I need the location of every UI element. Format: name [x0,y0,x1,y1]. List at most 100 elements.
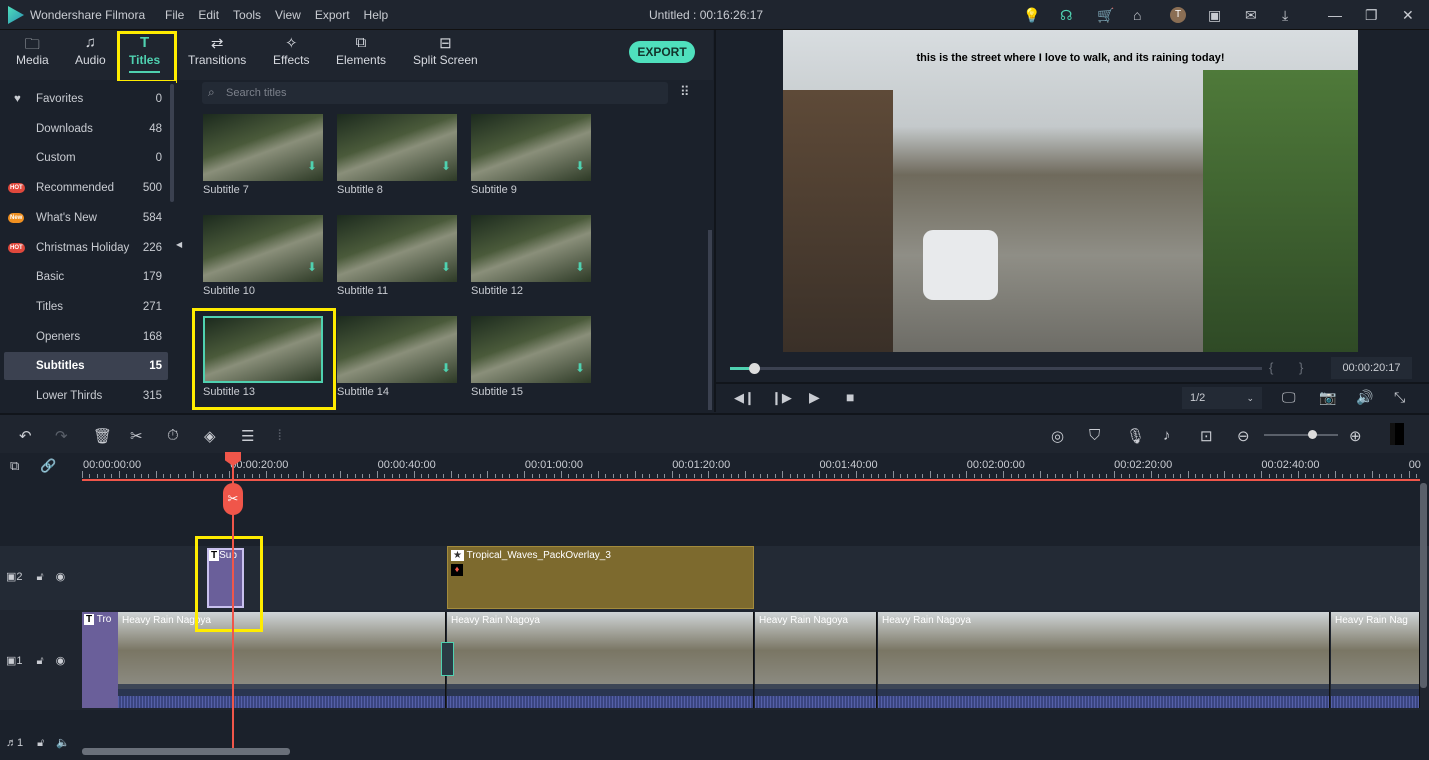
sidebar-item-subtitles[interactable]: Subtitles 15 [4,352,168,381]
transition-marker[interactable] [441,642,454,676]
sidebar-item-basic[interactable]: Basic 179 [4,263,168,291]
tab-media[interactable]: 🗀 Media [16,34,49,67]
search-input[interactable]: Search titles [202,82,668,104]
tab-effects[interactable]: ✧ Effects [273,34,309,67]
timeline-horizontal-scrollbar[interactable] [82,748,290,755]
menu-file[interactable]: File [165,8,184,22]
volume-icon[interactable]: 🔊 [1356,389,1373,406]
title-thumbnail[interactable]: ⬇ Subtitle 8 [337,114,457,196]
title-thumbnail[interactable]: ⬇ Subtitle 10 [203,215,323,297]
sidebar-scrollbar[interactable] [170,84,174,202]
download-icon[interactable]: ⬇ [441,159,451,173]
grid-view-icon[interactable]: ⠿ [680,84,690,100]
title-thumbnail[interactable]: ⬇ Subtitle 11 [337,215,457,297]
title-clip[interactable]: T Tro [82,612,118,708]
quality-select[interactable]: 1/2 ⌄ [1182,387,1262,409]
collapse-sidebar-icon[interactable]: ◀ [176,240,182,249]
title-thumbnail[interactable]: ⬇ Subtitle 15 [471,316,591,398]
sidebar-item-what-s-new[interactable]: New What's New 584 [4,204,168,232]
eye-icon[interactable]: ◉ [56,655,66,667]
adjust-icon[interactable]: ☰ [241,427,254,445]
keyframe-icon[interactable]: ◈ [204,427,216,445]
mark-in-button[interactable]: { [1269,360,1273,375]
sidebar-item-christmas-holiday[interactable]: HOT Christmas Holiday 226 [4,234,168,262]
timeline-vertical-scrollbar[interactable] [1420,483,1427,688]
speaker-icon[interactable]: 🔈 [56,737,70,749]
video-clip[interactable]: Heavy Rain Nagoya [447,612,754,708]
microphone-icon[interactable]: 🎙 [1126,427,1145,445]
sidebar-item-openers[interactable]: Openers 168 [4,323,168,351]
preview-scrubber[interactable] [730,363,1262,374]
tab-audio[interactable]: ♫ Audio [75,34,106,67]
cut-icon[interactable]: ✂ [130,427,143,445]
minimize-icon[interactable]: — [1328,7,1342,23]
sidebar-item-custom[interactable]: Custom 0 [4,144,168,172]
scrubber-handle[interactable] [748,363,760,374]
overlay-clip[interactable]: ★ Tropical_Waves_PackOverlay_3 ♦ [447,546,754,609]
menu-view[interactable]: View [275,8,301,22]
menu-tools[interactable]: Tools [233,8,261,22]
snapshot-icon[interactable]: 📷 [1319,389,1336,406]
next-frame-icon[interactable]: ❙▶ [771,390,792,406]
download-icon[interactable]: ⤓ [1282,7,1288,24]
zoom-out-icon[interactable]: ⊖ [1237,427,1250,445]
menu-help[interactable]: Help [364,8,389,22]
link-icon[interactable]: 🔗 [40,458,56,474]
video-clip[interactable]: Heavy Rain Nagoya [118,612,446,708]
speed-icon[interactable]: ⏱ [167,427,179,444]
timeline-ruler[interactable]: 00:00:00:00 00:00:20:00 00:00:40:00 00:01:0… [82,455,1421,480]
redo-icon[interactable]: ↷ [55,427,68,445]
tab-elements[interactable]: ⧉ Elements [336,34,386,67]
title-thumbnail[interactable]: ⬇ Subtitle 14 [337,316,457,398]
fullscreen-icon[interactable]: ⤡ [1394,389,1405,406]
mark-out-button[interactable]: } [1299,360,1303,375]
tab-split-screen[interactable]: ⊟ Split Screen [413,34,478,67]
save-icon[interactable]: ▣ [1208,7,1221,24]
menu-edit[interactable]: Edit [198,8,219,22]
download-icon[interactable]: ⬇ [575,361,585,375]
cart-icon[interactable]: 🛒 [1097,7,1114,24]
audio-wave-icon[interactable]: ⦙ [278,427,281,444]
title-thumbnail[interactable]: ⬇ Subtitle 7 [203,114,323,196]
video-clip[interactable]: Heavy Rain Nagoya [755,612,877,708]
split-scissors-icon[interactable]: ✂ [223,483,243,515]
sidebar-item-downloads[interactable]: Downloads 48 [4,115,168,143]
bulb-icon[interactable]: 💡 [1023,7,1040,24]
export-button[interactable]: EXPORT [629,41,695,63]
mail-icon[interactable]: ✉ [1245,7,1257,24]
undo-icon[interactable]: ↶ [19,427,32,445]
sidebar-item-lower-thirds[interactable]: Lower Thirds 315 [4,382,168,410]
sidebar-item-recommended[interactable]: HOT Recommended 500 [4,174,168,202]
avatar[interactable]: T [1170,7,1186,23]
render-icon[interactable]: ◎ [1051,427,1064,445]
download-icon[interactable]: ⬇ [441,260,451,274]
audio-mixer-icon[interactable]: ♪ [1163,427,1171,444]
close-icon[interactable]: ✕ [1402,7,1414,24]
video-clip[interactable]: Heavy Rain Nag [1331,612,1420,708]
download-icon[interactable]: ⬇ [307,159,317,173]
eye-icon[interactable]: ◉ [56,571,66,583]
lock-icon[interactable]: 🔓︎ [37,655,44,667]
zoom-slider[interactable] [1264,430,1338,439]
delete-icon[interactable]: 🗑 [93,427,112,445]
zoom-slider-handle[interactable] [1308,430,1318,439]
sidebar-item-titles[interactable]: Titles 271 [4,293,168,321]
menu-export[interactable]: Export [315,8,350,22]
pause-levels-icon[interactable] [1390,423,1404,445]
play-icon[interactable]: ▶ [809,389,820,406]
headset-icon[interactable]: ☊ [1060,7,1072,24]
video-clip[interactable]: Heavy Rain Nagoya [878,612,1330,708]
lock-icon[interactable]: 🔓︎ [37,737,44,749]
download-icon[interactable]: ⬇ [441,361,451,375]
tab-transitions[interactable]: ⇄ Transitions [188,34,246,67]
marker-icon[interactable]: ⛉ [1089,427,1100,444]
title-thumbnail[interactable]: ⬇ Subtitle 12 [471,215,591,297]
download-icon[interactable]: ⬇ [575,159,585,173]
zoom-in-icon[interactable]: ⊕ [1349,427,1362,445]
add-track-icon[interactable]: ⧉ [10,458,19,474]
fit-timeline-icon[interactable]: ⊡ [1200,427,1213,445]
download-icon[interactable]: ⬇ [307,260,317,274]
maximize-icon[interactable]: ❐ [1365,7,1378,24]
stop-icon[interactable]: ■ [846,389,854,405]
title-thumbnail[interactable]: ⬇ Subtitle 9 [471,114,591,196]
